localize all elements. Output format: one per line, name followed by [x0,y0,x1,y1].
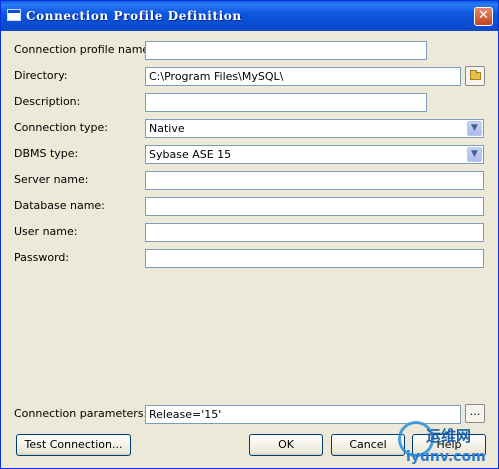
connection-type-select[interactable]: Native ▼ [145,119,484,138]
ok-button[interactable]: OK [249,434,323,456]
folder-icon [470,70,481,80]
dbms-type-label: DBMS type: [14,147,79,160]
user-name-label: User name: [14,225,78,238]
close-button[interactable]: ✕ [474,7,493,26]
server-name-label: Server name: [14,173,89,186]
watermark-brand: 运维网 [426,427,472,445]
watermark: 运维网 iyunv.com [398,421,494,465]
password-label: Password: [14,251,70,264]
password-input[interactable] [145,249,484,268]
connection-type-value: Native [149,122,185,135]
dbms-type-select[interactable]: Sybase ASE 15 ▼ [145,145,484,164]
database-name-label: Database name: [14,199,105,212]
user-name-input[interactable] [145,223,484,242]
dialog-title: Connection Profile Definition [26,9,242,23]
test-connection-button[interactable]: Test Connection... [16,434,131,456]
connection-parameters-label: Connection parameters: [14,407,148,420]
chevron-down-icon[interactable]: ▼ [467,121,482,136]
connection-profile-dialog: Connection Profile Definition ✕ Connecti… [0,0,499,469]
server-name-input[interactable] [145,171,484,190]
profile-name-input[interactable] [145,41,427,60]
description-label: Description: [14,95,81,108]
title-bar[interactable]: Connection Profile Definition ✕ [1,1,498,31]
description-input[interactable] [145,93,427,112]
cancel-button[interactable]: Cancel [331,434,405,456]
database-name-input[interactable] [145,197,484,216]
profile-name-label: Connection profile name: [14,43,153,56]
connection-type-label: Connection type: [14,121,109,134]
directory-label: Directory: [14,69,68,82]
browse-directory-button[interactable] [465,66,485,86]
chevron-down-icon[interactable]: ▼ [467,147,482,162]
window-icon [7,9,21,21]
directory-input[interactable]: C:\Program Files\MySQL\ [145,67,461,86]
watermark-url: iyunv.com [406,449,486,465]
dbms-type-value: Sybase ASE 15 [149,148,232,161]
